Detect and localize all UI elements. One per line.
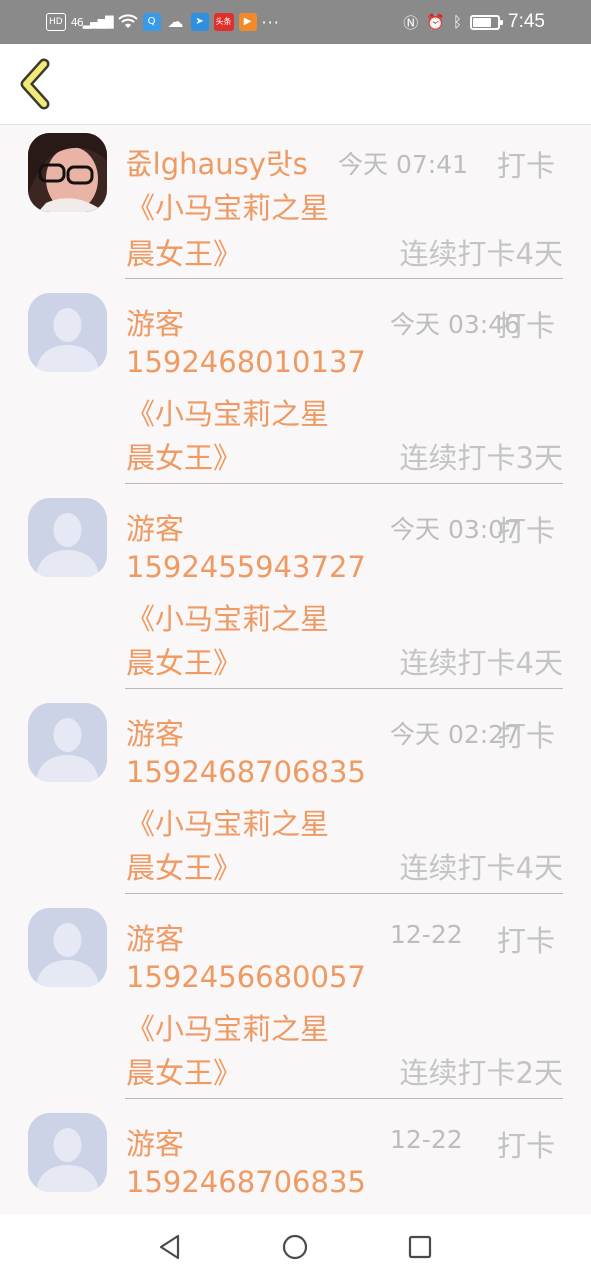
back-button[interactable] bbox=[14, 58, 64, 110]
status-bar: HD 46▂▄▆█ Q ☁ ➤ 头条 ▶ ··· Ⓝ ⏰ ᛒ 7:45 bbox=[0, 0, 591, 44]
list-item[interactable]: 游客 今天 02:27 打卡 1592468706835 《小马宝莉之星 晨女王… bbox=[0, 695, 591, 900]
list-item[interactable]: 游客 今天 03:07 打卡 1592455943727 《小马宝莉之星 晨女王… bbox=[0, 490, 591, 695]
cloud-icon: ☁ bbox=[167, 12, 184, 31]
divider bbox=[125, 278, 563, 279]
header bbox=[0, 44, 591, 125]
streak-text: 连续打卡2天 bbox=[399, 1056, 563, 1090]
wifi-icon bbox=[117, 14, 138, 28]
default-avatar-icon[interactable] bbox=[28, 1113, 107, 1192]
chevron-left-icon bbox=[20, 58, 50, 110]
streak-text: 连续打卡4天 bbox=[399, 851, 563, 885]
alarm-icon: ⏰ bbox=[426, 13, 445, 31]
nav-back-button[interactable] bbox=[154, 1231, 186, 1263]
video-icon: ▶ bbox=[238, 13, 257, 31]
home-circle-icon bbox=[282, 1234, 308, 1260]
hd-icon: HD bbox=[46, 13, 66, 31]
book-title-line2: 晨女王》 bbox=[126, 646, 243, 680]
back-triangle-icon bbox=[159, 1234, 180, 1260]
user-name: 游客 bbox=[126, 922, 185, 956]
system-nav-bar bbox=[0, 1214, 591, 1280]
divider bbox=[125, 1098, 563, 1099]
default-avatar-icon[interactable] bbox=[28, 498, 107, 577]
bluetooth-icon: ᛒ bbox=[453, 13, 463, 31]
checkin-time: 12-22 bbox=[390, 920, 463, 949]
user-phone: 1592455943727 bbox=[126, 550, 366, 584]
battery-icon bbox=[470, 14, 504, 30]
checkin-label: 打卡 bbox=[497, 1129, 556, 1163]
book-title-line2: 晨女王》 bbox=[126, 1056, 243, 1090]
list-item[interactable]: 游客 12-22 打卡 1592456680057 《小马宝莉之星 晨女王》 连… bbox=[0, 900, 591, 1105]
recents-square-icon bbox=[408, 1235, 432, 1259]
app-qq-icon: Q bbox=[142, 13, 161, 31]
user-phone: 1592456680057 bbox=[126, 960, 366, 994]
book-title-line2: 晨女王》 bbox=[126, 851, 243, 885]
list-item[interactable]: 游客 今天 03:46 打卡 1592468010137 《小马宝莉之星 晨女王… bbox=[0, 285, 591, 490]
book-title-line1: 《小马宝莉之星 bbox=[126, 191, 330, 225]
book-title-line1: 《小马宝莉之星 bbox=[126, 1012, 330, 1046]
nfc-icon: Ⓝ bbox=[403, 13, 419, 32]
streak-text: 连续打卡3天 bbox=[399, 441, 563, 475]
more-icon: ··· bbox=[261, 12, 280, 32]
checkin-label: 打卡 bbox=[497, 514, 556, 548]
default-avatar-icon[interactable] bbox=[28, 293, 107, 372]
checkin-label: 打卡 bbox=[497, 719, 556, 753]
list-item[interactable]: 游客 12-22 打卡 1592468706835 bbox=[0, 1105, 591, 1214]
streak-text: 连续打卡4天 bbox=[399, 646, 563, 680]
user-name: 游客 bbox=[126, 717, 185, 751]
checkin-list[interactable]: 줎lghausy랏s 今天 07:41 打卡 《小马宝莉之星 晨女王》 连续打卡… bbox=[0, 125, 591, 1214]
user-name: 줎lghausy랏s bbox=[126, 147, 308, 181]
book-title-line1: 《小马宝莉之星 bbox=[126, 807, 330, 841]
signal-icon: 46▂▄▆█ bbox=[70, 15, 114, 29]
telegram-icon: ➤ bbox=[190, 13, 209, 31]
book-title-line2: 晨女王》 bbox=[126, 237, 243, 271]
checkin-time: 今天 07:41 bbox=[338, 150, 468, 179]
checkin-label: 打卡 bbox=[497, 149, 556, 183]
nav-home-button[interactable] bbox=[279, 1231, 311, 1263]
default-avatar-icon[interactable] bbox=[28, 908, 107, 987]
book-title-line1: 《小马宝莉之星 bbox=[126, 602, 330, 636]
divider bbox=[125, 688, 563, 689]
user-name: 游客 bbox=[126, 512, 185, 546]
checkin-time: 12-22 bbox=[390, 1125, 463, 1154]
list-item[interactable]: 줎lghausy랏s 今天 07:41 打卡 《小马宝莉之星 晨女王》 连续打卡… bbox=[0, 125, 591, 285]
toutiao-icon: 头条 bbox=[213, 13, 234, 31]
user-phone: 1592468706835 bbox=[126, 1165, 366, 1199]
nav-recents-button[interactable] bbox=[404, 1231, 436, 1263]
avatar[interactable] bbox=[28, 133, 107, 212]
divider bbox=[125, 483, 563, 484]
status-icons-right: Ⓝ ⏰ ᛒ 7:45 bbox=[403, 10, 545, 34]
streak-text: 连续打卡4天 bbox=[399, 237, 563, 271]
book-title-line2: 晨女王》 bbox=[126, 441, 243, 475]
user-phone: 1592468706835 bbox=[126, 755, 366, 789]
user-phone: 1592468010137 bbox=[126, 345, 366, 379]
status-icons-left: HD 46▂▄▆█ Q ☁ ➤ 头条 ▶ ··· bbox=[46, 10, 280, 34]
divider bbox=[125, 893, 563, 894]
user-name: 游客 bbox=[126, 307, 185, 341]
user-name: 游客 bbox=[126, 1127, 185, 1161]
book-title-line1: 《小马宝莉之星 bbox=[126, 397, 330, 431]
default-avatar-icon[interactable] bbox=[28, 703, 107, 782]
status-time: 7:45 bbox=[508, 11, 545, 32]
checkin-label: 打卡 bbox=[497, 924, 556, 958]
checkin-label: 打卡 bbox=[497, 309, 556, 343]
